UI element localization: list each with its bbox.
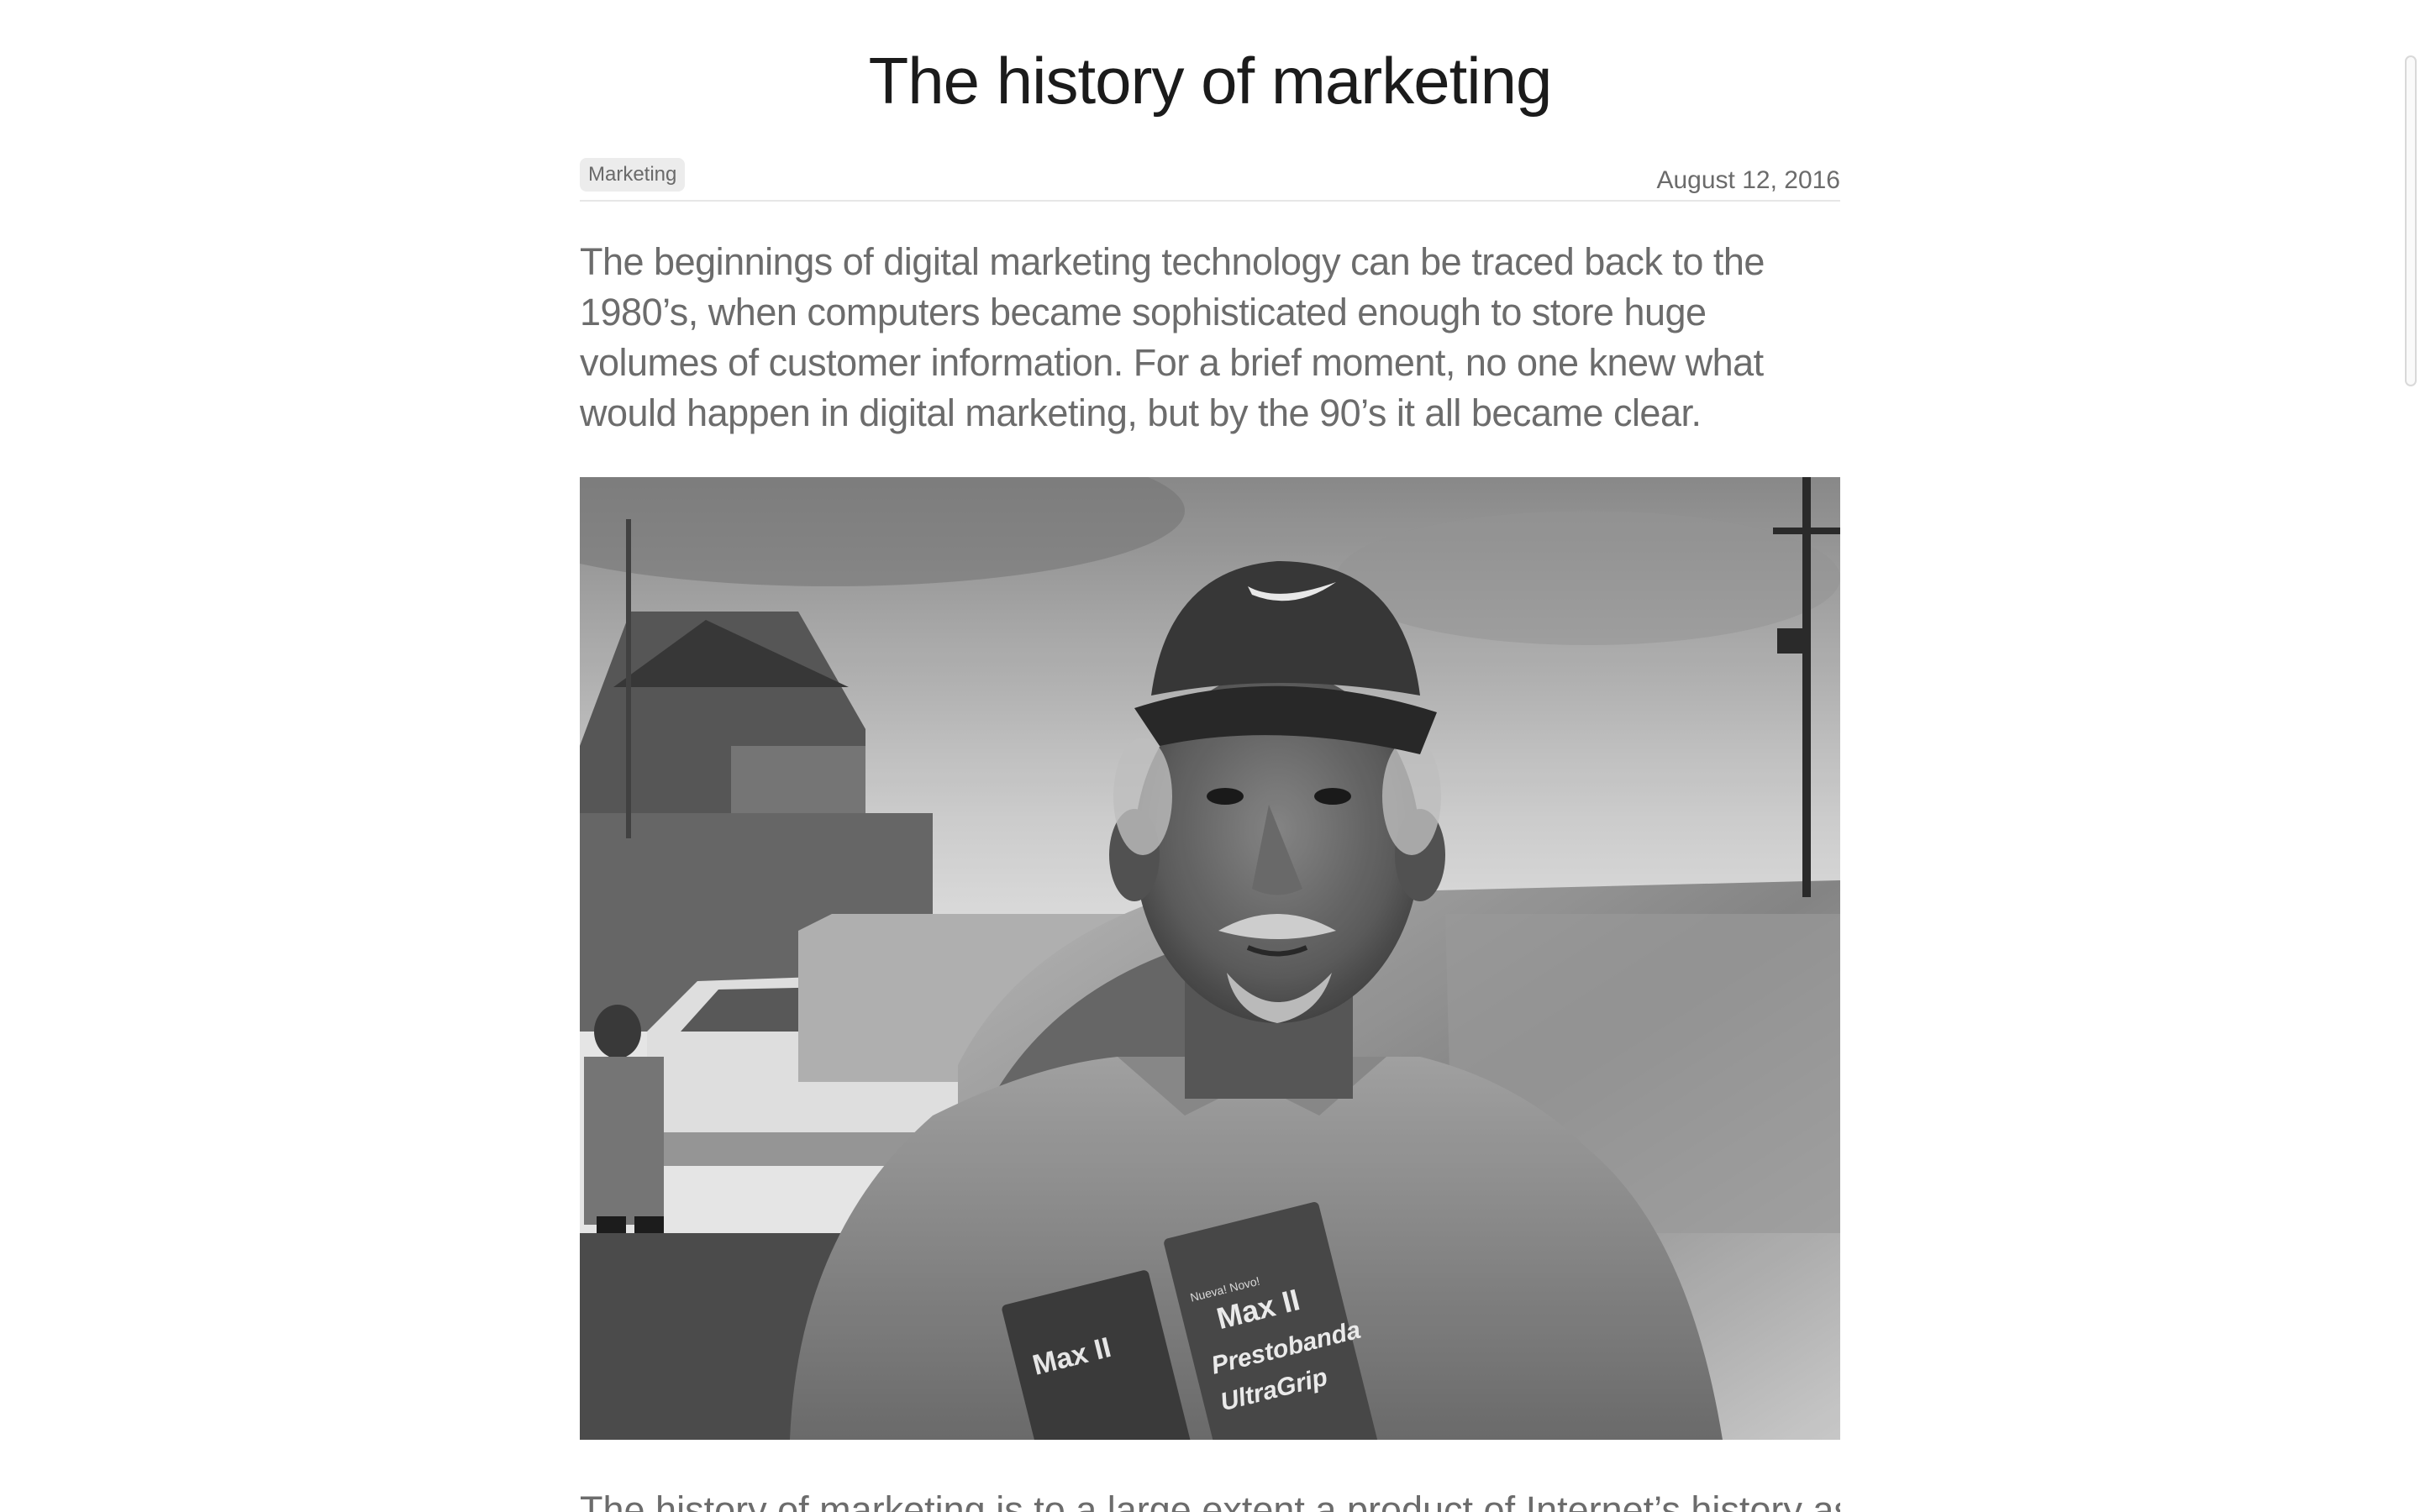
publish-date: August 12, 2016 [1656,166,1840,194]
category-tag[interactable]: Marketing [580,158,686,192]
article-title: The history of marketing [868,44,1553,118]
article-photo: Max II Nueva! Novo! Max II Prestobanda U… [580,477,1840,1440]
blog-page: The history of marketing Marketing Augus… [0,0,2420,1512]
body-paragraph: The history of marketing is to a large e… [580,1488,1840,1512]
article-meta: Marketing August 12, 2016 [580,156,1840,202]
lead-paragraph: The beginnings of digital marketing tech… [580,240,1765,434]
scrollbar[interactable] [2405,55,2417,386]
